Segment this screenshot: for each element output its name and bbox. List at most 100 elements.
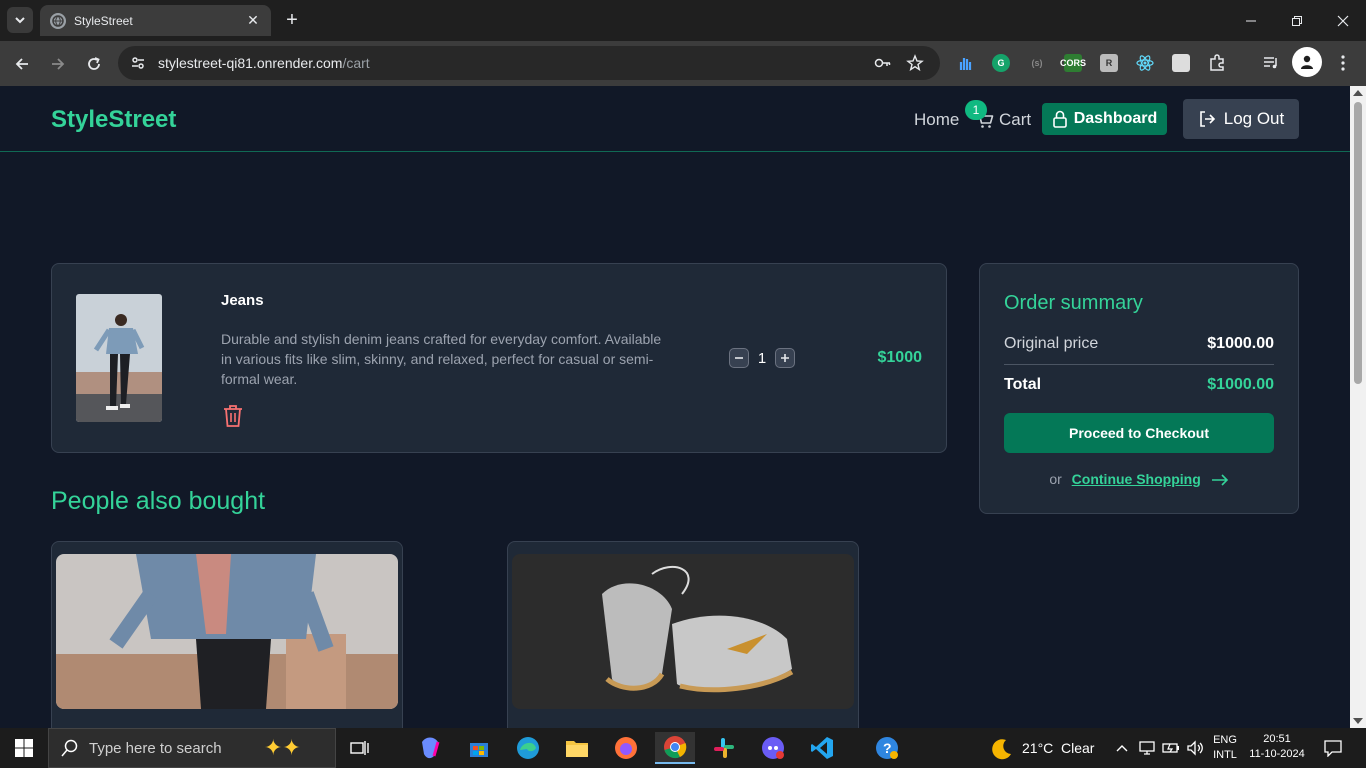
summary-divider bbox=[1004, 364, 1274, 365]
new-tab-button[interactable]: + bbox=[280, 8, 304, 32]
forward-button[interactable] bbox=[44, 50, 72, 78]
recommended-product-card[interactable] bbox=[507, 541, 859, 728]
clock-date: 11-10-2024 bbox=[1249, 748, 1305, 760]
nav-home-link[interactable]: Home bbox=[914, 110, 959, 130]
original-price-row: Original price $1000.00 bbox=[1004, 335, 1274, 353]
recommended-product-image[interactable] bbox=[56, 554, 398, 709]
discord-app-icon[interactable] bbox=[753, 732, 793, 764]
plus-icon bbox=[781, 354, 789, 362]
url-host: stylestreet-qi81.onrender.com bbox=[158, 55, 343, 71]
page-viewport: StyleStreet Home Cart 1 Dashboard Log Ou… bbox=[0, 86, 1350, 728]
item-description: Durable and stylish denim jeans crafted … bbox=[221, 331, 662, 387]
logout-label: Log Out bbox=[1223, 109, 1285, 128]
extension-image-icon[interactable] bbox=[1172, 54, 1190, 72]
extensions-puzzle-icon[interactable] bbox=[1208, 54, 1226, 72]
globe-icon bbox=[50, 12, 66, 29]
language-indicator[interactable]: ENG INTL bbox=[1210, 733, 1240, 763]
taskbar-search-box[interactable]: Type here to search ✦✦ bbox=[48, 728, 336, 768]
browser-menu-icon[interactable] bbox=[1334, 54, 1352, 72]
slack-icon[interactable] bbox=[704, 732, 744, 764]
person-icon bbox=[1301, 55, 1313, 69]
arrow-right-icon[interactable] bbox=[1211, 474, 1229, 486]
scroll-up-arrow-icon[interactable] bbox=[1353, 90, 1363, 96]
clock[interactable]: 20:51 11-10-2024 bbox=[1246, 732, 1308, 762]
extension-r-icon[interactable]: R bbox=[1100, 54, 1118, 72]
react-devtools-icon[interactable] bbox=[1136, 54, 1154, 72]
copilot-app-icon[interactable] bbox=[410, 732, 450, 764]
site-info-icon[interactable] bbox=[130, 55, 146, 71]
task-view-icon bbox=[350, 741, 369, 755]
close-window-button[interactable] bbox=[1320, 0, 1366, 41]
bookmark-star-icon[interactable] bbox=[906, 54, 924, 72]
back-button[interactable] bbox=[8, 50, 36, 78]
file-explorer-icon[interactable] bbox=[557, 732, 597, 764]
proceed-to-checkout-button[interactable]: Proceed to Checkout bbox=[1004, 413, 1274, 453]
dashboard-label: Dashboard bbox=[1073, 110, 1158, 127]
search-placeholder: Type here to search bbox=[89, 739, 222, 757]
close-tab-icon[interactable]: ✕ bbox=[245, 12, 261, 29]
minimize-button[interactable] bbox=[1228, 0, 1274, 41]
total-value: $1000.00 bbox=[1207, 376, 1274, 393]
minimize-icon bbox=[1246, 20, 1256, 21]
media-control-icon[interactable] bbox=[1262, 54, 1280, 72]
firefox-icon[interactable] bbox=[606, 732, 646, 764]
keyboard-layout: INTL bbox=[1213, 749, 1237, 761]
cors-extension-icon[interactable]: CORS bbox=[1060, 54, 1086, 72]
grammarly-icon[interactable]: G bbox=[992, 54, 1010, 72]
weather-temperature[interactable]: 21°C bbox=[1022, 740, 1053, 756]
reload-icon bbox=[88, 57, 100, 70]
chevron-up-icon[interactable] bbox=[1115, 741, 1129, 760]
minus-icon bbox=[735, 357, 743, 359]
page-scrollbar[interactable] bbox=[1350, 86, 1366, 728]
product-image-jeans[interactable] bbox=[76, 294, 162, 422]
original-price-value: $1000.00 bbox=[1207, 335, 1274, 352]
network-icon[interactable] bbox=[1138, 739, 1156, 762]
quantity-value: 1 bbox=[757, 349, 767, 367]
cart-count-badge: 1 bbox=[965, 100, 987, 120]
tab-title: StyleStreet bbox=[74, 13, 133, 28]
chevron-down-icon bbox=[15, 17, 25, 24]
item-price: $1000 bbox=[877, 349, 923, 366]
search-highlight-icon[interactable]: ✦✦ bbox=[264, 735, 301, 761]
recommended-product-image[interactable] bbox=[512, 554, 854, 709]
vscode-icon[interactable] bbox=[802, 732, 842, 764]
trash-icon bbox=[224, 405, 242, 427]
extension-hand-icon[interactable] bbox=[956, 54, 974, 72]
dashboard-button[interactable]: Dashboard bbox=[1042, 103, 1167, 135]
profile-avatar-button[interactable] bbox=[1292, 47, 1322, 77]
reload-button[interactable] bbox=[80, 50, 108, 78]
moon-weather-icon[interactable] bbox=[990, 737, 1014, 766]
browser-tab-active[interactable]: StyleStreet ✕ bbox=[40, 5, 271, 36]
item-name[interactable]: Jeans bbox=[221, 292, 264, 309]
restore-icon bbox=[1292, 15, 1302, 26]
original-price-label: Original price bbox=[1004, 335, 1099, 352]
recommended-product-card[interactable] bbox=[51, 541, 403, 728]
people-also-bought-heading: People also bought bbox=[51, 487, 266, 515]
battery-icon[interactable] bbox=[1162, 739, 1180, 762]
task-view-button[interactable] bbox=[340, 732, 380, 764]
arrow-right-icon bbox=[52, 58, 65, 70]
restore-button[interactable] bbox=[1274, 0, 1320, 41]
extension-disabled-icon[interactable]: (s) bbox=[1028, 54, 1046, 72]
remove-item-button[interactable] bbox=[222, 404, 244, 428]
site-logo[interactable]: StyleStreet bbox=[51, 106, 176, 134]
continue-shopping-link[interactable]: Continue Shopping bbox=[1072, 471, 1201, 487]
logout-button[interactable]: Log Out bbox=[1183, 99, 1299, 139]
start-button[interactable] bbox=[0, 728, 48, 768]
scrollbar-thumb[interactable] bbox=[1354, 102, 1362, 384]
url-path: /cart bbox=[342, 55, 370, 71]
volume-icon[interactable] bbox=[1186, 739, 1204, 762]
notification-icon[interactable] bbox=[1324, 739, 1342, 762]
help-app-icon[interactable]: ? bbox=[867, 732, 907, 764]
address-bar[interactable]: stylestreet-qi81.onrender.com/cart bbox=[118, 46, 940, 80]
increase-quantity-button[interactable] bbox=[775, 348, 795, 368]
chrome-icon[interactable] bbox=[655, 732, 695, 764]
password-key-icon[interactable] bbox=[874, 54, 892, 72]
scroll-down-arrow-icon[interactable] bbox=[1353, 718, 1363, 724]
cart-item-card: Jeans Durable and stylish denim jeans cr… bbox=[51, 263, 947, 453]
tab-search-button[interactable] bbox=[7, 7, 33, 33]
decrease-quantity-button[interactable] bbox=[729, 348, 749, 368]
edge-browser-icon[interactable] bbox=[508, 732, 548, 764]
weather-description[interactable]: Clear bbox=[1061, 740, 1094, 756]
microsoft-store-icon[interactable] bbox=[459, 732, 499, 764]
